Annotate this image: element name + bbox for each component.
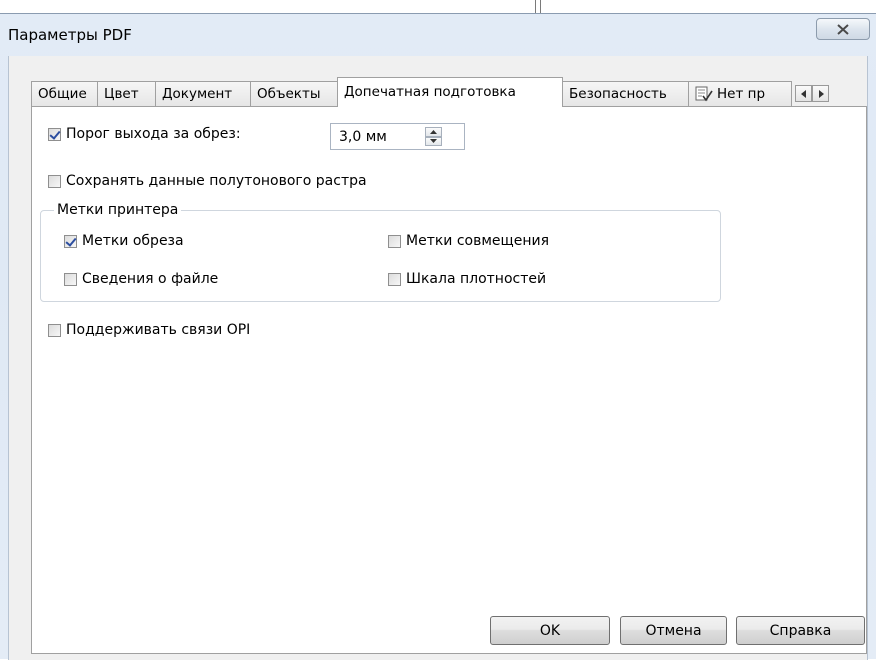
tab-color[interactable]: Цвет [97,81,156,106]
density-scale-checkbox[interactable] [388,272,401,286]
decrement-button[interactable] [425,136,442,146]
bleed-limit-label: Порог выхода за обрез: [66,126,241,142]
registration-marks-label: Метки совмещения [406,233,550,249]
halftone-label: Сохранять данные полутонового растра [66,173,367,189]
bleed-limit-row: Порог выхода за обрез: [48,126,241,142]
arrow-down-icon [430,139,437,144]
tab-scroll-right-button[interactable] [812,85,829,102]
arrow-right-icon [818,89,824,98]
tab-general[interactable]: Общие [31,81,98,106]
halftone-checkbox[interactable] [48,174,61,188]
file-info-label: Сведения о файле [82,271,219,287]
tab-strip: Общие Цвет Документ Объекты Допечатная п… [31,77,871,107]
registration-marks-row: Метки совмещения [388,233,549,249]
bleed-limit-stepper[interactable]: 3,0 мм [330,123,465,150]
tab-objects[interactable]: Объекты [250,81,338,106]
tab-document[interactable]: Документ [155,81,251,106]
tab-label: Цвет [104,86,139,102]
printer-marks-group [40,210,721,302]
background-divider [535,0,536,14]
tab-label: Допечатная подготовка [344,84,516,100]
arrow-left-icon [800,89,806,98]
tab-label: Общие [38,86,87,102]
stepper-buttons [425,127,442,146]
opi-links-row: Поддерживать связи OPI [48,322,250,338]
tab-label: Документ [162,86,233,102]
close-icon [837,23,849,35]
tab-security[interactable]: Безопасность [562,81,689,106]
tab-prepress[interactable]: Допечатная подготовка [337,77,563,107]
tab-label: Безопасность [569,86,667,102]
crop-marks-label: Метки обреза [82,233,184,249]
help-button[interactable]: Справка [736,616,865,645]
halftone-row: Сохранять данные полутонового растра [48,173,367,189]
tab-label: Объекты [257,86,321,102]
tab-label: Нет пр [717,86,766,102]
density-scale-row: Шкала плотностей [388,271,546,287]
opi-links-label: Поддерживать связи OPI [66,322,251,338]
ok-button[interactable]: OK [490,616,610,645]
tab-scroll-left-button[interactable] [795,85,812,102]
file-info-row: Сведения о файле [64,271,218,287]
bleed-limit-checkbox[interactable] [48,127,61,141]
checklist-icon [695,86,713,102]
opi-links-checkbox[interactable] [48,323,61,337]
crop-marks-checkbox[interactable] [64,234,77,248]
title-bar[interactable]: Параметры PDF [0,14,876,56]
close-button[interactable] [816,18,870,40]
increment-button[interactable] [425,127,442,137]
background-divider [540,0,541,14]
file-info-checkbox[interactable] [64,272,77,286]
dialog-title: Параметры PDF [8,26,132,44]
arrow-up-icon [430,129,437,134]
crop-marks-row: Метки обреза [64,233,184,249]
density-scale-label: Шкала плотностей [406,271,547,287]
registration-marks-checkbox[interactable] [388,234,401,248]
tab-preflight[interactable]: Нет пр [688,81,792,106]
background-area [0,0,876,14]
printer-marks-title: Метки принтера [54,202,182,218]
cancel-button[interactable]: Отмена [620,616,727,645]
bleed-limit-value[interactable]: 3,0 мм [339,129,387,145]
